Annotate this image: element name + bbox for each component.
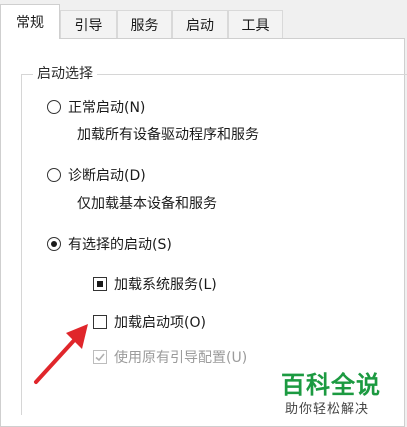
- selective-startup-radio[interactable]: 有选择的启动(S): [47, 234, 172, 254]
- radio-circle: [47, 168, 61, 182]
- use-original-boot-config-label: 使用原有引导配置(U): [114, 350, 248, 366]
- use-original-boot-config-checkbox: 使用原有引导配置(U): [93, 347, 247, 367]
- load-startup-items-checkbox[interactable]: 加载启动项(O): [93, 312, 206, 332]
- normal-startup-label: 正常启动(N): [68, 100, 146, 116]
- normal-startup-description: 加载所有设备驱动程序和服务: [77, 127, 259, 143]
- red-arrow-icon: [34, 324, 88, 384]
- diagnostic-startup-label: 诊断启动(D): [68, 168, 146, 184]
- selective-startup-label: 有选择的启动(S): [68, 237, 172, 253]
- watermark-subtitle: 助你轻松解决: [285, 402, 370, 417]
- tab-bar: 常规 引导 服务 启动 工具: [0, 0, 407, 39]
- watermark-title: 百科全说: [281, 371, 381, 399]
- diagnostic-startup-description: 仅加载基本设备和服务: [77, 196, 217, 212]
- normal-startup-radio[interactable]: 正常启动(N): [47, 97, 145, 117]
- load-system-services-checkbox[interactable]: 加载系统服务(L): [93, 274, 217, 294]
- load-system-services-label: 加载系统服务(L): [114, 277, 217, 293]
- tab-boot[interactable]: 引导: [60, 10, 117, 38]
- load-startup-items-label: 加载启动项(O): [114, 315, 206, 331]
- tab-services[interactable]: 服务: [117, 10, 172, 38]
- diagnostic-startup-radio[interactable]: 诊断启动(D): [47, 165, 146, 185]
- tab-tools[interactable]: 工具: [228, 10, 283, 38]
- radio-circle: [47, 100, 61, 114]
- tab-general[interactable]: 常规: [0, 4, 60, 39]
- tab-startup[interactable]: 启动: [172, 10, 228, 38]
- radio-circle-selected: [47, 237, 61, 251]
- checkbox-box: [93, 277, 107, 291]
- group-title: 启动选择: [33, 63, 97, 83]
